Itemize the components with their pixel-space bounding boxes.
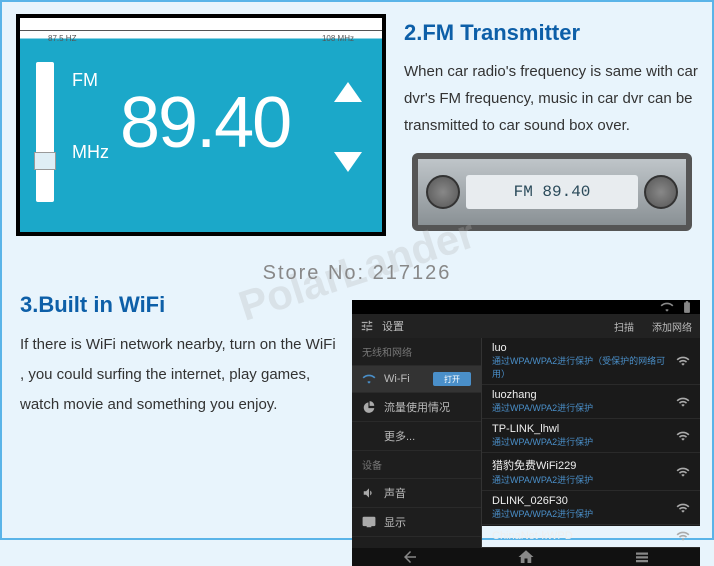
network-name: TP-LINK_lhwl: [492, 423, 676, 435]
settings-header: 设置: [382, 318, 404, 334]
sidebar-category-wireless: 无线和网络: [352, 338, 481, 366]
fm-tuner-screenshot: 87.5 HZ 108 MHz FM MHz 89.40: [16, 14, 386, 236]
fm-unit-label: MHz: [72, 142, 109, 163]
sidebar-wifi-label: Wi-Fi: [384, 373, 410, 385]
sidebar-more-label: 更多...: [384, 428, 415, 444]
network-security: 通过WPA/WPA2进行保护: [492, 507, 676, 520]
settings-sidebar: 无线和网络 Wi-Fi 打开 流量使用情况 更多... 设备 声音: [352, 338, 482, 548]
display-icon: [362, 515, 376, 529]
network-security: 通过WPA/WPA2进行保护: [492, 473, 676, 486]
wifi-network-item[interactable]: luo通过WPA/WPA2进行保护（受保护的网络可用）: [482, 338, 700, 385]
data-usage-icon: [362, 400, 376, 414]
android-status-bar: [352, 300, 700, 314]
fm-scale: 87.5 HZ 108 MHz: [20, 18, 382, 52]
volume-slider-track[interactable]: [36, 62, 54, 202]
wifi-signal-icon: [676, 429, 690, 443]
add-network-label[interactable]: 添加网络: [652, 319, 692, 334]
fm-section-title: 2.FM Transmitter: [404, 20, 700, 46]
wifi-network-item[interactable]: 猎豹免费WiFi229通过WPA/WPA2进行保护: [482, 453, 700, 491]
settings-sliders-icon: [360, 319, 374, 333]
sidebar-category-device: 设备: [352, 451, 481, 479]
sound-icon: [362, 486, 376, 500]
fm-section-text: When car radio's frequency is same with …: [404, 58, 700, 139]
sidebar-item-wifi[interactable]: Wi-Fi 打开: [352, 366, 481, 393]
sidebar-display-label: 显示: [384, 514, 406, 530]
network-security: 通过WPA/WPA2进行保护: [492, 435, 676, 448]
wifi-section-text: If there is WiFi network nearby, turn on…: [20, 330, 340, 420]
sidebar-item-more[interactable]: 更多...: [352, 422, 481, 451]
network-name: DLINK_026F30: [492, 495, 676, 507]
sidebar-item-sound[interactable]: 声音: [352, 479, 481, 508]
back-nav-icon[interactable]: [401, 548, 419, 566]
network-name: 猎豹免费WiFi229: [492, 457, 676, 473]
wifi-section-title: 3.Built in WiFi: [20, 292, 340, 318]
network-security: 通过WPA/WPA2进行保护（受保护的网络可用）: [492, 354, 676, 380]
network-security: 通过WPA/WPA2进行保护: [492, 401, 676, 414]
volume-slider-thumb[interactable]: [34, 152, 56, 170]
wifi-signal-icon: [676, 395, 690, 409]
wifi-network-item[interactable]: luozhang通过WPA/WPA2进行保护: [482, 385, 700, 419]
wifi-toggle[interactable]: 打开: [433, 372, 471, 386]
wifi-status-icon: [660, 300, 674, 314]
wifi-network-list: luo通过WPA/WPA2进行保护（受保护的网络可用）luozhang通过WPA…: [482, 338, 700, 548]
network-name: luo: [492, 342, 676, 354]
tune-up-button[interactable]: [334, 82, 362, 102]
stereo-knob-left: [426, 175, 460, 209]
stereo-knob-right: [644, 175, 678, 209]
sidebar-data-label: 流量使用情况: [384, 399, 450, 415]
wifi-signal-icon: [676, 501, 690, 515]
sidebar-item-display[interactable]: 显示: [352, 508, 481, 537]
network-name: ChinaNet-kWPD: [492, 530, 676, 542]
fm-scale-max: 108 MHz: [322, 34, 354, 43]
scan-label[interactable]: 扫描: [614, 319, 634, 334]
wifi-icon: [362, 372, 376, 386]
sidebar-item-data[interactable]: 流量使用情况: [352, 393, 481, 422]
fm-band-label: FM: [72, 70, 98, 91]
tune-down-button[interactable]: [334, 152, 362, 172]
wifi-network-item[interactable]: DLINK_026F30通过WPA/WPA2进行保护: [482, 491, 700, 525]
android-settings-screenshot: 设置 扫描 添加网络 无线和网络 Wi-Fi 打开 流量使用情况 更多...: [352, 300, 700, 526]
fm-frequency-value: 89.40: [120, 82, 290, 164]
wifi-network-item[interactable]: TP-LINK_lhwl通过WPA/WPA2进行保护: [482, 419, 700, 453]
home-nav-icon[interactable]: [517, 548, 535, 566]
store-number-watermark: Store No: 217126: [2, 262, 712, 285]
android-nav-bar: [352, 548, 700, 566]
wifi-signal-icon: [676, 465, 690, 479]
fm-scale-min: 87.5 HZ: [48, 34, 76, 43]
battery-status-icon: [680, 300, 694, 314]
recent-nav-icon[interactable]: [633, 548, 651, 566]
car-stereo-illustration: FM 89.40: [412, 153, 692, 231]
wifi-signal-icon: [676, 529, 690, 543]
network-name: luozhang: [492, 389, 676, 401]
wifi-signal-icon: [676, 354, 690, 368]
wifi-network-item[interactable]: ChinaNet-kWPD: [482, 525, 700, 548]
sidebar-sound-label: 声音: [384, 485, 406, 501]
stereo-display: FM 89.40: [466, 175, 638, 209]
